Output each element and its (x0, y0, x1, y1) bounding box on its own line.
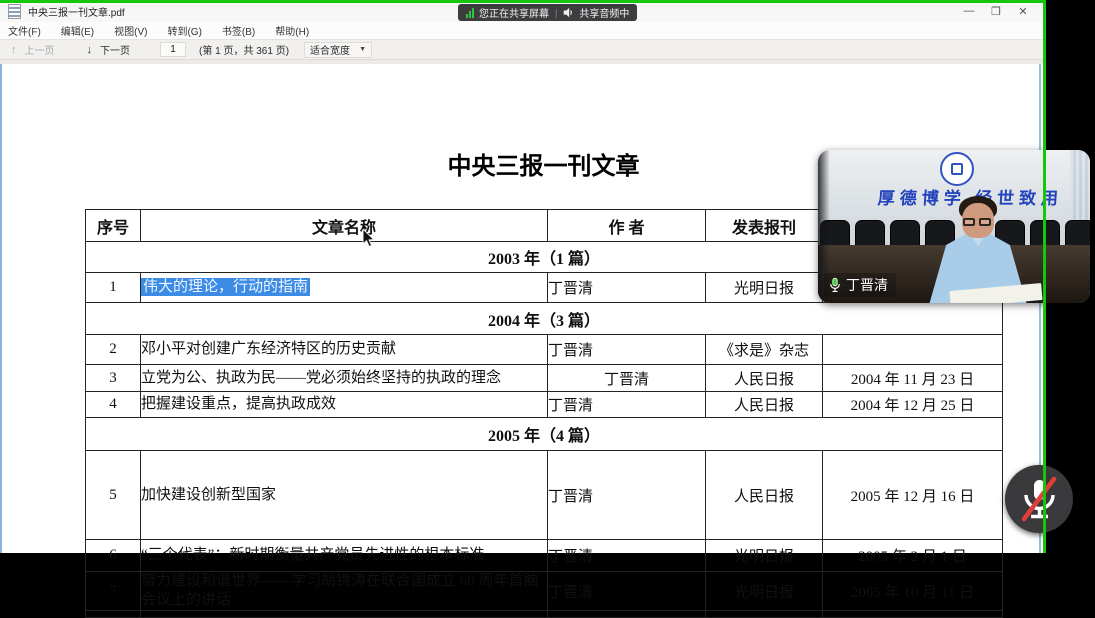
menu-file[interactable]: 文件(F) (0, 22, 51, 39)
section-row-2005: 2005 年（4 篇） (86, 418, 1003, 451)
cell-title: 加快建设创新型国家 (141, 451, 548, 540)
cell-title: 把握建设重点，提高执政成效 (141, 392, 548, 418)
participant-name: 丁晋清 (846, 275, 888, 295)
section-label: 2005 年（4 篇） (86, 418, 1003, 451)
cell-journal: 人民日报 (706, 451, 823, 540)
cell-author: 丁晋清 (548, 572, 706, 611)
table-row-partial (86, 611, 1003, 618)
menu-goto[interactable]: 转到(G) (157, 22, 211, 39)
document-page: 中央三报一刊文章 序号 文章名称 作 者 发表报刊 2003 年（1 篇） 1 … (0, 64, 1043, 553)
table-row: 2 邓小平对创建广东经济特区的历史贡献 丁晋清 《求是》杂志 (86, 335, 1003, 365)
minimize-button[interactable]: — (960, 2, 978, 20)
cell-journal: 人民日报 (706, 392, 823, 418)
participant-video-tile[interactable]: 厚德博学 经世致用 丁晋清 (818, 150, 1090, 303)
table-row: 3 立党为公、执政为民——党必须始终坚持的执政的理念 丁晋清 人民日报 2004… (86, 365, 1003, 392)
speaker-icon (563, 7, 574, 18)
cell-author: 丁晋清 (548, 335, 706, 365)
header-no: 序号 (86, 210, 141, 242)
zoom-mode-value: 适合宽度 (310, 42, 350, 57)
next-page-icon[interactable]: ↓ (83, 44, 97, 56)
cell-date: 2005 年 2 月 1 日 (823, 540, 1003, 572)
cell-date (823, 335, 1003, 365)
microphone-muted-icon (1005, 465, 1073, 533)
table-row: 6 “三个代表”：新时期衡量共产党员先进性的根本标准 丁晋清 光明日报 2005… (86, 540, 1003, 572)
section-row-2004: 2004 年（3 篇） (86, 303, 1003, 335)
menu-edit[interactable]: 编辑(E) (51, 22, 104, 39)
cell-date: 2004 年 11 月 23 日 (823, 365, 1003, 392)
zoom-mode-dropdown[interactable]: 适合宽度 ▼ (304, 42, 372, 58)
cell-title: 邓小平对创建广东经济特区的历史贡献 (141, 335, 548, 365)
mouse-cursor (362, 229, 376, 249)
cell-author: 丁晋清 (548, 365, 706, 392)
menu-bar: 文件(F) 编辑(E) 视图(V) 转到(G) 书签(B) 帮助(H) (0, 22, 1046, 39)
table-row: 4 把握建设重点，提高执政成效 丁晋清 人民日报 2004 年 12 月 25 … (86, 392, 1003, 418)
cell-author: 丁晋清 (548, 451, 706, 540)
cell-journal: 光明日报 (706, 540, 823, 572)
cell-no: 4 (86, 392, 141, 418)
cell-title: 立党为公、执政为民——党必须始终坚持的执政的理念 (141, 365, 548, 392)
cell-journal: 人民日报 (706, 365, 823, 392)
screenshare-border-right (1043, 0, 1046, 553)
close-button[interactable]: ✕ (1014, 2, 1032, 20)
prev-page-icon[interactable]: ↑ (7, 44, 21, 56)
conference-chair (1065, 220, 1090, 247)
header-title: 文章名称 (141, 210, 548, 242)
cell-date: 2005 年 10 月 11 日 (823, 572, 1003, 611)
screenshare-border-top (0, 0, 1046, 3)
cell-author: 丁晋清 (548, 392, 706, 418)
table-row: 7 努力建设和谐世界——学习胡锦涛在联合国成立 60 周年首脑会议上的讲话 丁晋… (86, 572, 1003, 611)
cell-author: 丁晋清 (548, 540, 706, 572)
cell-journal: 光明日报 (706, 273, 823, 303)
cell-no: 2 (86, 335, 141, 365)
cell-date: 2004 年 12 月 25 日 (823, 392, 1003, 418)
cell-title: 努力建设和谐世界——学习胡锦涛在联合国成立 60 周年首脑会议上的讲话 (141, 572, 548, 611)
microphone-active-icon (829, 277, 841, 293)
screenshare-status-banner[interactable]: 您正在共享屏幕 | 共享音频中 (458, 4, 637, 21)
page-number-input[interactable] (160, 42, 186, 57)
section-label: 2004 年（3 篇） (86, 303, 1003, 335)
header-author: 作 者 (548, 210, 706, 242)
conference-chair (855, 220, 885, 247)
sharing-audio-label: 共享音频中 (579, 5, 629, 20)
cell-title: 伟大的理论，行动的指南 (141, 273, 548, 303)
glasses-icon (979, 218, 991, 226)
menu-bookmark[interactable]: 书签(B) (212, 22, 265, 39)
cell-no: 5 (86, 451, 141, 540)
pdf-toolbar: ↑ 上一页 ↓ 下一页 (第 1 页，共 361 页) 适合宽度 ▼ (0, 39, 1046, 60)
table-row: 5 加快建设创新型国家 丁晋清 人民日报 2005 年 12 月 16 日 (86, 451, 1003, 540)
cell-no: 1 (86, 273, 141, 303)
banner-divider: | (555, 8, 557, 18)
page-left-edge (0, 64, 2, 553)
restore-button[interactable]: ❐ (987, 2, 1005, 20)
glasses-icon (963, 218, 975, 226)
cell-no: 3 (86, 365, 141, 392)
chevron-down-icon: ▼ (359, 46, 366, 53)
sharing-screen-label: 您正在共享屏幕 (479, 5, 549, 20)
cell-journal: 《求是》杂志 (706, 335, 823, 365)
prev-page-button[interactable]: 上一页 (21, 42, 59, 57)
selected-text[interactable]: 伟大的理论，行动的指南 (141, 278, 310, 296)
cell-no: 7 (86, 572, 141, 611)
window-title: 中央三报一刊文章.pdf (28, 4, 125, 19)
menu-help[interactable]: 帮助(H) (265, 22, 319, 39)
participant-nametag: 丁晋清 (824, 273, 896, 297)
next-page-button[interactable]: 下一页 (96, 42, 134, 57)
conference-chair (890, 220, 920, 247)
cell-no: 6 (86, 540, 141, 572)
page-count-label: (第 1 页，共 361 页) (199, 42, 289, 57)
menu-view[interactable]: 视图(V) (104, 22, 157, 39)
university-logo (940, 152, 974, 186)
cell-date: 2005 年 12 月 16 日 (823, 451, 1003, 540)
cell-author: 丁晋清 (548, 273, 706, 303)
pdf-file-icon (8, 4, 21, 19)
header-journal: 发表报刊 (706, 210, 823, 242)
cell-title: “三个代表”：新时期衡量共产党员先进性的根本标准 (141, 540, 548, 572)
microphone-mute-button[interactable] (1005, 465, 1073, 533)
cell-journal: 光明日报 (706, 572, 823, 611)
signal-bars-icon (466, 8, 474, 18)
